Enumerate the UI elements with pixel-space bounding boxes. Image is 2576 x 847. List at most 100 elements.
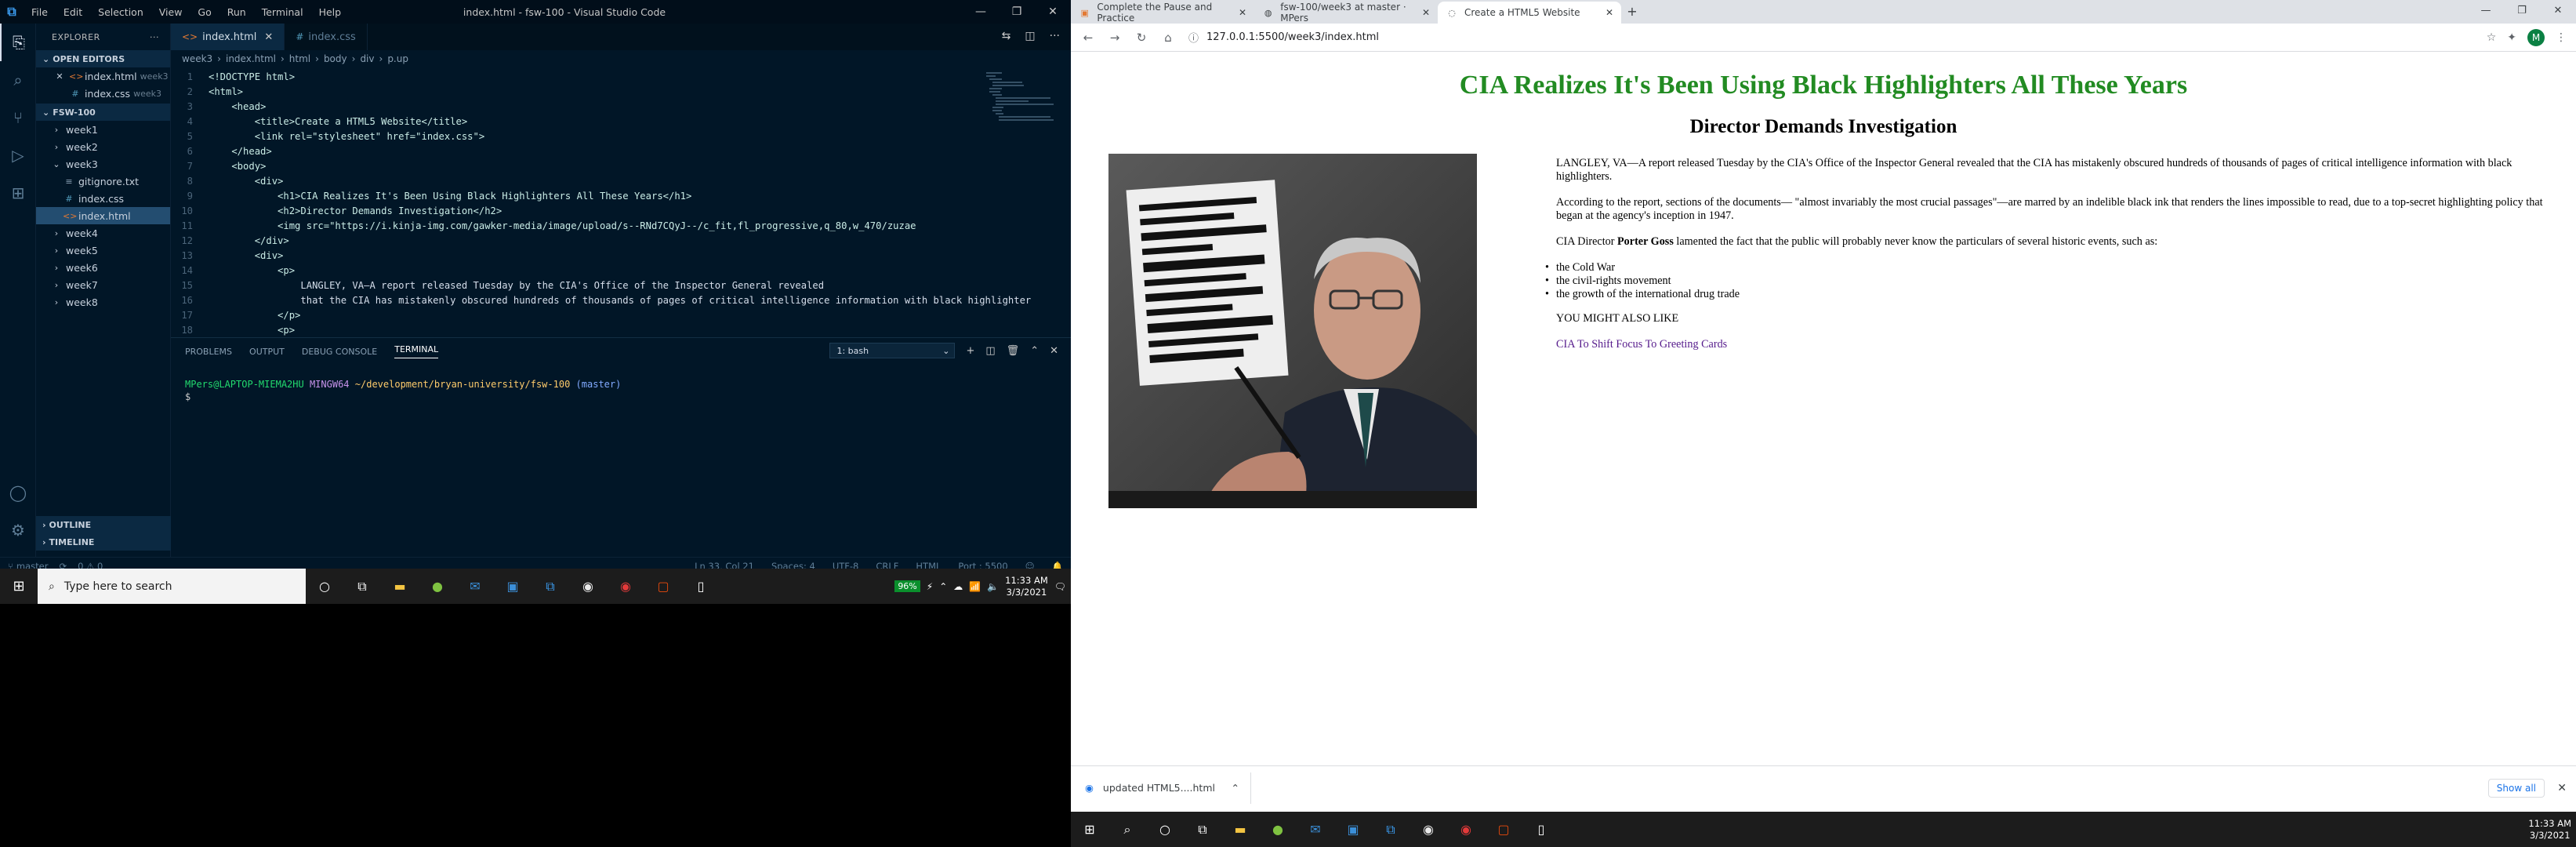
file-explorer-icon[interactable]: ▬ [381, 569, 419, 604]
tree-item[interactable]: › week7 [36, 276, 170, 293]
task-view-icon[interactable]: ⧉ [343, 569, 381, 604]
close-panel-icon[interactable]: ✕ [1050, 345, 1058, 357]
forward-icon[interactable]: → [1104, 31, 1126, 45]
tab-debug-console[interactable]: DEBUG CONSOLE [302, 347, 377, 357]
more-actions-icon[interactable]: ··· [150, 32, 159, 42]
code-editor[interactable]: 1 <!DOCTYPE html> 2 <html> 3 <head> 4 <title>… [171, 69, 1071, 337]
cloud-icon[interactable]: ☁ [953, 581, 963, 592]
tab-terminal[interactable]: TERMINAL [394, 344, 439, 358]
mail-icon[interactable]: ✉ [1297, 812, 1334, 847]
open-editor-item[interactable]: ✕ <> index.html week3 [36, 67, 170, 85]
notifications-icon[interactable]: 🗨 [1054, 581, 1066, 592]
split-editor-icon[interactable]: ◫ [1025, 30, 1035, 42]
breadcrumb-item[interactable]: week3 [182, 53, 212, 64]
chrome-tab-3[interactable]: ◌ Create a HTML5 Website ✕ [1438, 2, 1621, 24]
store-icon[interactable]: ▣ [1334, 812, 1372, 847]
bookmark-star-icon[interactable]: ☆ [2487, 31, 2497, 44]
tree-item[interactable]: <> index.html [36, 207, 170, 224]
split-terminal-icon[interactable]: ◫ [985, 345, 995, 357]
battery-indicator[interactable]: 96% [894, 580, 920, 592]
tab-index-css[interactable]: # index.css [285, 24, 368, 50]
cortana-icon[interactable]: ○ [1146, 812, 1184, 847]
vscode-taskbar-icon[interactable]: ⧉ [532, 569, 569, 604]
volume-icon[interactable]: 🔈 [987, 581, 999, 592]
search-icon[interactable]: ⌕ [1108, 812, 1146, 847]
menu-terminal[interactable]: Terminal [254, 6, 311, 18]
cortana-icon[interactable]: ○ [306, 569, 343, 604]
close-icon[interactable]: ✕ [53, 71, 66, 82]
power-icon[interactable]: ⚡ [927, 581, 933, 592]
terminal-output[interactable]: MPers@LAPTOP-MIEMA2HU MINGW64 ~/developm… [171, 365, 1071, 416]
breadcrumb-item[interactable]: div [360, 53, 374, 64]
tab-output[interactable]: OUTPUT [249, 347, 285, 357]
menu-edit[interactable]: Edit [56, 6, 90, 18]
windows-start-icon[interactable]: ⊞ [0, 578, 38, 594]
chrome-active-icon[interactable]: ◉ [1447, 812, 1485, 847]
tree-item[interactable]: › week8 [36, 293, 170, 311]
task-view-icon[interactable]: ⧉ [1184, 812, 1221, 847]
chrome-icon[interactable]: ◉ [1410, 812, 1447, 847]
minimize-icon[interactable]: — [2468, 0, 2504, 22]
file-icon[interactable]: ▯ [1522, 812, 1560, 847]
open-editor-item[interactable]: # index.css week3 [36, 85, 170, 102]
chrome-tab-1[interactable]: ▣ Complete the Pause and Practice ✕ [1071, 2, 1254, 24]
back-icon[interactable]: ← [1077, 31, 1099, 45]
menu-run[interactable]: Run [220, 6, 254, 18]
maximize-icon[interactable]: ❐ [2504, 0, 2540, 22]
new-tab-button[interactable]: + [1621, 4, 1643, 24]
home-icon[interactable]: ⌂ [1157, 31, 1179, 45]
chrome-icon[interactable]: ◉ [569, 569, 607, 604]
close-tab-icon[interactable]: ✕ [1605, 7, 1613, 18]
related-link[interactable]: CIA To Shift Focus To Greeting Cards [1556, 338, 1727, 351]
extensions-puzzle-icon[interactable]: ✦ [2507, 31, 2516, 44]
trash-icon[interactable]: 🗑 [1007, 345, 1020, 357]
tree-item[interactable]: › week1 [36, 121, 170, 138]
menu-view[interactable]: View [151, 6, 190, 18]
wifi-icon[interactable]: 📶 [969, 581, 981, 592]
show-all-button[interactable]: Show all [2487, 778, 2545, 798]
reload-icon[interactable]: ↻ [1130, 31, 1152, 45]
chrome-menu-icon[interactable]: ⋮ [2556, 31, 2567, 44]
chrome-active-icon[interactable]: ◉ [607, 569, 644, 604]
menu-help[interactable]: Help [311, 6, 350, 18]
close-tab-icon[interactable]: ✕ [1239, 7, 1246, 18]
tray-chevron-icon[interactable]: ⌃ [939, 581, 947, 592]
file-explorer-icon[interactable]: ▬ [1221, 812, 1259, 847]
timeline-header[interactable]: › TIMELINE [36, 533, 171, 551]
file-icon[interactable]: ▯ [682, 569, 720, 604]
tab-problems[interactable]: PROBLEMS [185, 347, 232, 357]
avatar[interactable]: M [2527, 28, 2545, 46]
search-icon[interactable]: ⌕ [0, 61, 36, 99]
source-control-icon[interactable]: ⑂ [0, 99, 36, 136]
close-icon[interactable]: ✕ [2540, 0, 2576, 22]
tree-item[interactable]: ⌄ week3 [36, 155, 170, 173]
close-download-bar-icon[interactable]: ✕ [2557, 782, 2567, 794]
tab-index-html[interactable]: <> index.html ✕ [171, 24, 285, 50]
close-icon[interactable]: ✕ [264, 31, 273, 43]
maximize-panel-icon[interactable]: ⌃ [1030, 345, 1039, 357]
compare-icon[interactable]: ⇆ [1002, 30, 1011, 42]
tree-item[interactable]: ≡ gitignore.txt [36, 173, 170, 190]
chevron-up-icon[interactable]: ⌃ [1232, 782, 1239, 794]
close-tab-icon[interactable]: ✕ [1422, 7, 1430, 18]
menu-go[interactable]: Go [190, 6, 219, 18]
minimap[interactable] [985, 71, 1055, 141]
settings-gear-icon[interactable]: ⚙ [0, 511, 36, 549]
breadcrumb-item[interactable]: index.html [226, 53, 276, 64]
clock[interactable]: 11:33 AM 3/3/2021 [2528, 818, 2571, 842]
tree-item[interactable]: › week5 [36, 242, 170, 259]
taskbar-search[interactable]: ⌕ Type here to search [38, 569, 306, 604]
app-w-icon[interactable]: ● [419, 569, 456, 604]
breadcrumb-item[interactable]: p.up [387, 53, 408, 64]
explorer-icon[interactable]: ⎘ [0, 24, 36, 61]
tree-item[interactable]: › week6 [36, 259, 170, 276]
extensions-icon[interactable]: ⊞ [0, 174, 36, 212]
tree-item[interactable]: # index.css [36, 190, 170, 207]
tree-item[interactable]: › week4 [36, 224, 170, 242]
run-debug-icon[interactable]: ▷ [0, 136, 36, 174]
clock[interactable]: 11:33 AM 3/3/2021 [1005, 575, 1048, 598]
open-editors-header[interactable]: ⌄ OPEN EDITORS [36, 50, 170, 67]
breadcrumb-item[interactable]: body [324, 53, 347, 64]
breadcrumb-item[interactable]: html [289, 53, 310, 64]
download-item[interactable]: ◉ updated HTML5....html ⌃ [1071, 772, 1251, 804]
